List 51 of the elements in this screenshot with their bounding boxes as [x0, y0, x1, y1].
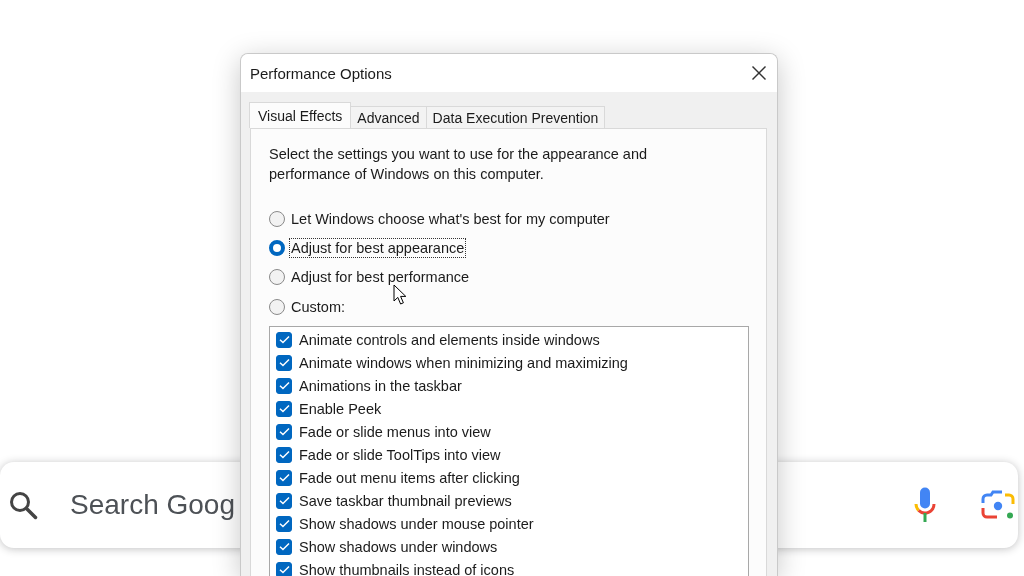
check-icon: [278, 565, 290, 575]
radio-label[interactable]: Adjust for best performance: [290, 268, 471, 287]
check-icon: [278, 519, 290, 529]
radio-button[interactable]: [269, 298, 285, 315]
window-title: Performance Options: [250, 64, 392, 82]
check-icon: [278, 358, 290, 368]
checkbox-label[interactable]: Enable Peek: [299, 399, 382, 418]
checkbox-label[interactable]: Animate controls and elements inside windows: [299, 330, 600, 349]
checkbox-label[interactable]: Show shadows under windows: [299, 537, 498, 556]
checkbox-label[interactable]: Animate windows when minimizing and maximizing: [299, 353, 628, 372]
checkbox[interactable]: [276, 331, 292, 348]
check-icon: [278, 473, 290, 483]
close-icon[interactable]: [752, 66, 766, 80]
check-icon: [278, 335, 290, 345]
checkbox[interactable]: [276, 446, 292, 463]
check-icon: [278, 496, 290, 506]
checkbox-label[interactable]: Fade or slide ToolTips into view: [299, 445, 501, 464]
checkbox-label[interactable]: Animations in the taskbar: [299, 376, 462, 395]
check-icon: [278, 381, 290, 391]
check-icon: [278, 450, 290, 460]
mouse-pointer-icon: [393, 284, 407, 306]
radio-label[interactable]: Adjust for best appearance: [290, 238, 466, 257]
radio-button[interactable]: [269, 269, 285, 286]
checkbox[interactable]: [276, 469, 292, 486]
tab[interactable]: Data Execution Prevention: [425, 106, 606, 128]
radio-button[interactable]: [269, 210, 285, 227]
search-field[interactable]: Search Goog: [70, 487, 238, 523]
radio-label[interactable]: Custom:: [290, 297, 346, 316]
checkbox[interactable]: [276, 492, 292, 509]
checkbox-label[interactable]: Fade or slide menus into view: [299, 422, 491, 441]
checkbox[interactable]: [276, 354, 292, 371]
checkbox-label[interactable]: Show thumbnails instead of icons: [299, 560, 515, 576]
camera-icon[interactable]: [981, 490, 1015, 520]
microphone-icon[interactable]: [913, 487, 937, 523]
checkbox-label[interactable]: Save taskbar thumbnail previews: [299, 491, 512, 510]
checkbox[interactable]: [276, 515, 292, 532]
checkbox-label[interactable]: Fade out menu items after clicking: [299, 468, 520, 487]
search-icon[interactable]: [8, 490, 38, 520]
check-icon: [278, 427, 290, 437]
check-icon: [278, 404, 290, 414]
checkbox[interactable]: [276, 538, 292, 555]
checkbox-label[interactable]: Show shadows under mouse pointer: [299, 514, 534, 533]
checkbox[interactable]: [276, 561, 292, 576]
checkbox[interactable]: [276, 423, 292, 440]
tab[interactable]: Visual Effects: [249, 102, 352, 128]
check-icon: [278, 542, 290, 552]
checkbox[interactable]: [276, 400, 292, 417]
description-text: Select the settings you want to use for the appearance and performance of Windows on this computer.: [269, 145, 649, 184]
radio-button[interactable]: [269, 239, 285, 256]
radio-label[interactable]: Let Windows choose what's best for my computer: [290, 209, 611, 228]
checkbox[interactable]: [276, 377, 292, 394]
